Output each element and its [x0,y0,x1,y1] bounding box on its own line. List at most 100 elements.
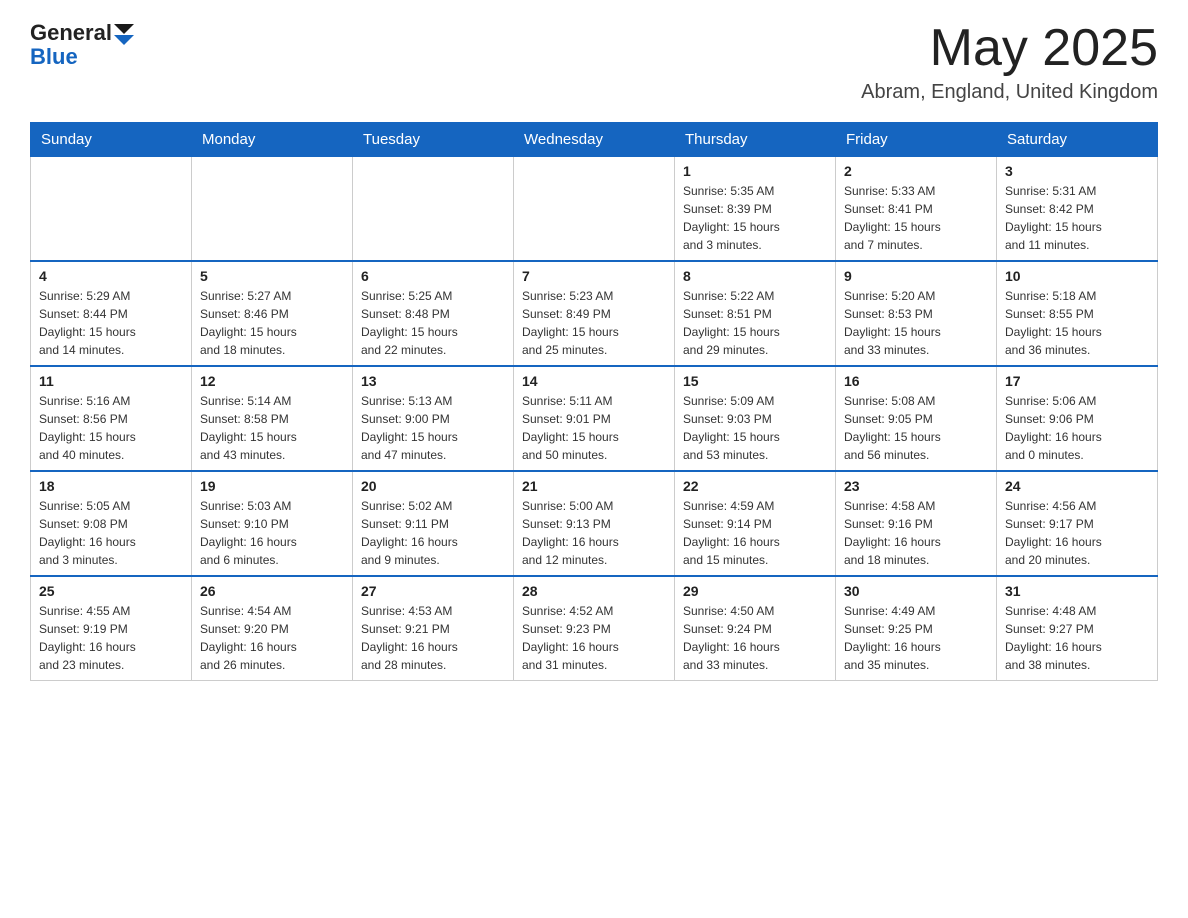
day-info: Sunrise: 4:58 AM Sunset: 9:16 PM Dayligh… [844,497,988,569]
day-info: Sunrise: 5:09 AM Sunset: 9:03 PM Dayligh… [683,392,827,464]
calendar-cell: 12 Sunrise: 5:14 AM Sunset: 8:58 PM Dayli… [192,366,353,471]
day-number: 11 [39,373,183,389]
calendar-cell: 8Sunrise: 5:22 AM Sunset: 8:51 PM Daylig… [675,261,836,366]
calendar-cell: 19Sunrise: 5:03 AM Sunset: 9:10 PM Dayli… [192,471,353,576]
calendar-cell: 30 Sunrise: 4:49 AM Sunset: 9:25 PM Dayli… [836,576,997,681]
column-header-friday: Friday [836,123,997,157]
day-info: Sunrise: 5:35 AM Sunset: 8:39 PM Dayligh… [683,182,827,254]
day-info: Sunrise: 4:49 AM Sunset: 9:25 PM Dayligh… [844,602,988,674]
column-header-saturday: Saturday [997,123,1158,157]
calendar-cell: 3Sunrise: 5:31 AM Sunset: 8:42 PM Daylig… [997,157,1158,262]
day-info: Sunrise: 5:16 AM Sunset: 8:56 PM Dayligh… [39,392,183,464]
day-number: 26 [200,583,344,599]
day-number: 5 [200,268,344,284]
calendar-cell [514,157,675,262]
location-title: Abram, England, United Kingdom [861,81,1158,104]
day-number: 10 [1005,268,1149,284]
day-number: 28 [522,583,666,599]
day-number: 25 [39,583,183,599]
day-info: Sunrise: 4:59 AM Sunset: 9:14 PM Dayligh… [683,497,827,569]
day-info: Sunrise: 5:03 AM Sunset: 9:10 PM Dayligh… [200,497,344,569]
day-number: 4 [39,268,183,284]
day-info: Sunrise: 4:53 AM Sunset: 9:21 PM Dayligh… [361,602,505,674]
calendar-cell: 11 Sunrise: 5:16 AM Sunset: 8:56 PM Dayli… [31,366,192,471]
day-info: Sunrise: 5:11 AM Sunset: 9:01 PM Dayligh… [522,392,666,464]
day-number: 7 [522,268,666,284]
day-number: 16 [844,373,988,389]
calendar-cell: 31 Sunrise: 4:48 AM Sunset: 9:27 PM Dayli… [997,576,1158,681]
day-number: 24 [1005,478,1149,494]
day-info: Sunrise: 5:18 AM Sunset: 8:55 PM Dayligh… [1005,287,1149,359]
day-number: 12 [200,373,344,389]
day-number: 6 [361,268,505,284]
day-info: Sunrise: 4:55 AM Sunset: 9:19 PM Dayligh… [39,602,183,674]
day-info: Sunrise: 5:23 AM Sunset: 8:49 PM Dayligh… [522,287,666,359]
day-number: 17 [1005,373,1149,389]
calendar-cell: 5 Sunrise: 5:27 AM Sunset: 8:46 PM Daylig… [192,261,353,366]
day-info: Sunrise: 5:29 AM Sunset: 8:44 PM Dayligh… [39,287,183,359]
day-info: Sunrise: 5:00 AM Sunset: 9:13 PM Dayligh… [522,497,666,569]
day-info: Sunrise: 5:22 AM Sunset: 8:51 PM Dayligh… [683,287,827,359]
column-header-thursday: Thursday [675,123,836,157]
day-info: Sunrise: 4:50 AM Sunset: 9:24 PM Dayligh… [683,602,827,674]
calendar-cell: 22Sunrise: 4:59 AM Sunset: 9:14 PM Dayli… [675,471,836,576]
day-number: 30 [844,583,988,599]
day-number: 23 [844,478,988,494]
column-header-monday: Monday [192,123,353,157]
header-row: SundayMondayTuesdayWednesdayThursdayFrid… [31,123,1158,157]
calendar-cell [31,157,192,262]
calendar-week-2: 4 Sunrise: 5:29 AM Sunset: 8:44 PM Daylig… [31,261,1158,366]
calendar-cell: 18Sunrise: 5:05 AM Sunset: 9:08 PM Dayli… [31,471,192,576]
calendar-cell: 23 Sunrise: 4:58 AM Sunset: 9:16 PM Dayli… [836,471,997,576]
day-info: Sunrise: 5:25 AM Sunset: 8:48 PM Dayligh… [361,287,505,359]
calendar-cell: 15 Sunrise: 5:09 AM Sunset: 9:03 PM Dayli… [675,366,836,471]
day-number: 9 [844,268,988,284]
day-number: 1 [683,163,827,179]
day-info: Sunrise: 5:08 AM Sunset: 9:05 PM Dayligh… [844,392,988,464]
day-info: Sunrise: 5:06 AM Sunset: 9:06 PM Dayligh… [1005,392,1149,464]
calendar-cell: 13Sunrise: 5:13 AM Sunset: 9:00 PM Dayli… [353,366,514,471]
calendar-cell: 27Sunrise: 4:53 AM Sunset: 9:21 PM Dayli… [353,576,514,681]
calendar-cell: 24 Sunrise: 4:56 AM Sunset: 9:17 PM Dayli… [997,471,1158,576]
calendar-cell [192,157,353,262]
day-number: 2 [844,163,988,179]
day-info: Sunrise: 4:48 AM Sunset: 9:27 PM Dayligh… [1005,602,1149,674]
calendar-cell: 7 Sunrise: 5:23 AM Sunset: 8:49 PM Daylig… [514,261,675,366]
logo-blue-text: Blue [30,44,78,70]
calendar-week-5: 25 Sunrise: 4:55 AM Sunset: 9:19 PM Dayli… [31,576,1158,681]
day-number: 31 [1005,583,1149,599]
calendar-cell: 14 Sunrise: 5:11 AM Sunset: 9:01 PM Dayli… [514,366,675,471]
calendar-cell: 2 Sunrise: 5:33 AM Sunset: 8:41 PM Daylig… [836,157,997,262]
calendar-cell: 26Sunrise: 4:54 AM Sunset: 9:20 PM Dayli… [192,576,353,681]
month-title: May 2025 [861,20,1158,77]
day-info: Sunrise: 5:31 AM Sunset: 8:42 PM Dayligh… [1005,182,1149,254]
calendar-table: SundayMondayTuesdayWednesdayThursdayFrid… [30,122,1158,681]
day-number: 13 [361,373,505,389]
calendar-week-1: 1 Sunrise: 5:35 AM Sunset: 8:39 PM Daylig… [31,157,1158,262]
page-header: General Blue May 2025 Abram, England, Un… [30,20,1158,104]
day-info: Sunrise: 5:14 AM Sunset: 8:58 PM Dayligh… [200,392,344,464]
column-header-sunday: Sunday [31,123,192,157]
calendar-cell: 17 Sunrise: 5:06 AM Sunset: 9:06 PM Dayli… [997,366,1158,471]
calendar-cell [353,157,514,262]
day-number: 15 [683,373,827,389]
calendar-cell: 10 Sunrise: 5:18 AM Sunset: 8:55 PM Dayli… [997,261,1158,366]
day-info: Sunrise: 5:33 AM Sunset: 8:41 PM Dayligh… [844,182,988,254]
day-number: 14 [522,373,666,389]
day-number: 20 [361,478,505,494]
title-block: May 2025 Abram, England, United Kingdom [861,20,1158,104]
day-info: Sunrise: 5:27 AM Sunset: 8:46 PM Dayligh… [200,287,344,359]
day-number: 18 [39,478,183,494]
calendar-body: 1 Sunrise: 5:35 AM Sunset: 8:39 PM Daylig… [31,157,1158,681]
logo: General Blue [30,20,134,70]
day-info: Sunrise: 5:02 AM Sunset: 9:11 PM Dayligh… [361,497,505,569]
day-number: 29 [683,583,827,599]
column-header-wednesday: Wednesday [514,123,675,157]
column-header-tuesday: Tuesday [353,123,514,157]
calendar-header: SundayMondayTuesdayWednesdayThursdayFrid… [31,123,1158,157]
day-info: Sunrise: 4:52 AM Sunset: 9:23 PM Dayligh… [522,602,666,674]
calendar-cell: 1 Sunrise: 5:35 AM Sunset: 8:39 PM Daylig… [675,157,836,262]
calendar-week-4: 18Sunrise: 5:05 AM Sunset: 9:08 PM Dayli… [31,471,1158,576]
calendar-cell: 25 Sunrise: 4:55 AM Sunset: 9:19 PM Dayli… [31,576,192,681]
day-info: Sunrise: 4:56 AM Sunset: 9:17 PM Dayligh… [1005,497,1149,569]
